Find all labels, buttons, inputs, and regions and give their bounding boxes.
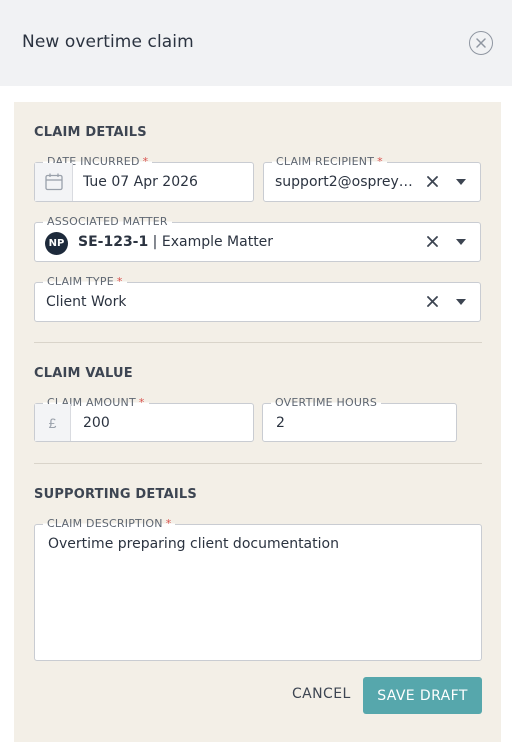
overtime-hours-label: OVERTIME HOURS xyxy=(271,396,382,409)
claim-description-textarea[interactable]: CLAIM DESCRIPTION * Overtime preparing cl… xyxy=(34,517,482,661)
divider xyxy=(34,342,482,343)
currency-prefix: £ xyxy=(35,404,71,441)
matter-code: SE-123-1 xyxy=(78,234,149,250)
date-incurred-field[interactable]: DATE INCURRED * Tue 07 Apr 2026 xyxy=(34,155,254,202)
divider xyxy=(34,463,482,464)
clear-matter-icon[interactable] xyxy=(424,232,440,250)
matter-chevron-down-icon[interactable] xyxy=(456,239,466,245)
overtime-hours-field[interactable]: OVERTIME HOURS 2 xyxy=(262,396,457,442)
associated-matter-value: SE-123-1 | Example Matter xyxy=(78,234,273,250)
section-title-claim-details: CLAIM DETAILS xyxy=(34,125,147,140)
matter-avatar: NP xyxy=(45,232,68,255)
matter-separator: | xyxy=(148,234,162,250)
claim-type-chevron-down-icon[interactable] xyxy=(456,299,466,305)
claim-description-label: CLAIM DESCRIPTION * xyxy=(43,517,176,530)
claim-type-value: Client Work xyxy=(46,294,127,310)
claim-form-panel: CLAIM DETAILS DATE INCURRED * Tue 07 Apr … xyxy=(14,102,501,742)
claim-amount-value: 200 xyxy=(83,415,110,431)
claim-recipient-value: support2@ospreya... xyxy=(275,174,415,190)
recipient-chevron-down-icon[interactable] xyxy=(456,179,466,185)
calendar-icon[interactable] xyxy=(35,163,73,201)
clear-recipient-icon[interactable] xyxy=(424,172,440,190)
associated-matter-label: ASSOCIATED MATTER xyxy=(43,215,172,228)
dialog-title: New overtime claim xyxy=(22,32,194,52)
date-incurred-value: Tue 07 Apr 2026 xyxy=(83,174,198,190)
section-title-claim-value: CLAIM VALUE xyxy=(34,366,133,381)
close-icon[interactable] xyxy=(469,31,493,55)
overtime-hours-value: 2 xyxy=(276,415,285,431)
save-draft-button[interactable]: SAVE DRAFT xyxy=(363,677,482,714)
matter-name: Example Matter xyxy=(161,234,274,250)
claim-recipient-label: CLAIM RECIPIENT * xyxy=(272,155,387,168)
claim-type-select[interactable]: CLAIM TYPE * Client Work xyxy=(34,275,481,322)
claim-type-label: CLAIM TYPE * xyxy=(43,275,127,288)
section-title-supporting-details: SUPPORTING DETAILS xyxy=(34,487,197,502)
cancel-button[interactable]: CANCEL xyxy=(292,686,351,702)
claim-recipient-select[interactable]: CLAIM RECIPIENT * support2@ospreya... xyxy=(263,155,481,202)
claim-amount-field[interactable]: CLAIM AMOUNT * £ 200 xyxy=(34,396,254,442)
associated-matter-select[interactable]: ASSOCIATED MATTER NP SE-123-1 | Example … xyxy=(34,215,481,262)
clear-claim-type-icon[interactable] xyxy=(424,292,440,310)
claim-description-value: Overtime preparing client documentation xyxy=(48,536,339,552)
dialog-header: New overtime claim xyxy=(0,0,512,86)
